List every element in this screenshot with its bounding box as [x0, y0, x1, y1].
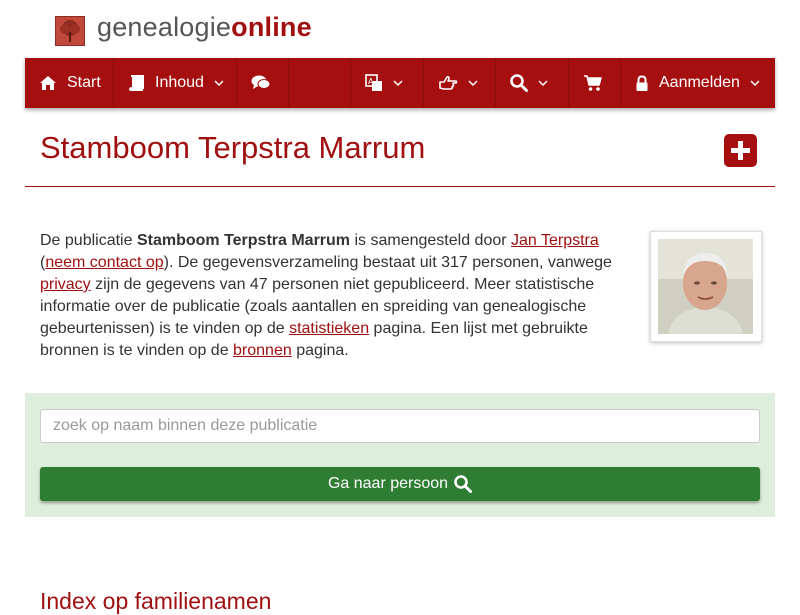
search-panel: Ga naar persoon	[25, 393, 775, 517]
statistics-link[interactable]: statistieken	[289, 320, 369, 337]
brand-part-2: online	[231, 12, 312, 42]
intro-text: is samengesteld door	[350, 232, 512, 249]
chevron-down-icon	[393, 79, 403, 87]
book-icon	[128, 75, 145, 91]
privacy-link[interactable]: privacy	[40, 276, 91, 293]
nav-start-label: Start	[67, 74, 101, 91]
nav-login[interactable]: Aanmelden	[621, 58, 775, 108]
chevron-down-icon	[538, 79, 548, 87]
nav-spacer	[289, 58, 351, 108]
comments-icon	[251, 75, 271, 91]
author-avatar	[658, 239, 753, 334]
cart-icon	[583, 74, 603, 92]
contact-link[interactable]: neem contact op	[45, 254, 163, 271]
title-row: Stamboom Terpstra Marrum	[25, 120, 775, 187]
chevron-down-icon	[750, 79, 760, 87]
hand-point-icon	[438, 75, 458, 91]
author-photo[interactable]	[650, 231, 762, 342]
home-icon	[39, 75, 57, 91]
chevron-down-icon	[214, 79, 224, 87]
surname-index-heading: Index op familienamen	[40, 588, 272, 614]
nav-search[interactable]	[496, 58, 569, 108]
nav-forum[interactable]	[237, 58, 289, 108]
nav-inhoud-label: Inhoud	[155, 74, 204, 91]
go-to-person-label: Ga naar persoon	[327, 475, 449, 492]
search-icon	[510, 74, 528, 92]
search-input[interactable]	[40, 409, 760, 443]
nav-start[interactable]: Start	[25, 58, 114, 108]
publication-intro: De publicatie Stamboom Terpstra Marrum i…	[40, 230, 620, 362]
publication-name: Stamboom Terpstra Marrum	[136, 232, 351, 249]
nav-inhoud[interactable]: Inhoud	[114, 58, 237, 108]
logo-tree-icon[interactable]	[55, 16, 85, 46]
author-link[interactable]: Jan Terpstra	[511, 232, 599, 249]
intro-text: ). De gegevensverzameling bestaat uit 31…	[163, 254, 612, 271]
site-brand[interactable]: genealogieonline	[97, 12, 312, 43]
lock-icon	[635, 74, 649, 92]
nav-language[interactable]: A	[351, 58, 424, 108]
nav-shop[interactable]	[569, 58, 621, 108]
site-header: genealogieonline	[0, 0, 800, 58]
nav-login-label: Aanmelden	[659, 74, 740, 91]
chevron-down-icon	[468, 79, 478, 87]
intro-text: De publicatie	[40, 232, 137, 249]
plus-icon[interactable]	[724, 134, 757, 167]
go-to-person-button[interactable]: Ga naar persoon	[40, 467, 760, 501]
nav-participate[interactable]	[424, 58, 496, 108]
language-icon: A	[365, 74, 383, 92]
sources-link[interactable]: bronnen	[233, 342, 292, 359]
brand-part-1: genealogie	[97, 12, 232, 42]
main-navigation: Start Inhoud A Aanmelden	[25, 58, 775, 108]
search-icon	[454, 475, 473, 493]
page-title: Stamboom Terpstra Marrum	[40, 130, 426, 165]
intro-text: pagina.	[291, 342, 349, 359]
